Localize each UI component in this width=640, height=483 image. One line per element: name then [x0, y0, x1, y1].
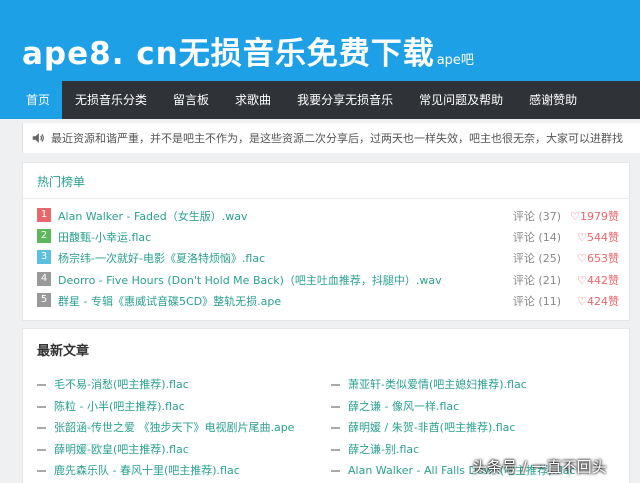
article-link[interactable]: 陈粒 - 小半(吧主推荐).flac [54, 400, 185, 413]
article-link[interactable]: 萧亚轩-类似爱情(吧主媳妇推荐).flac [348, 378, 527, 391]
like-count[interactable]: ♡442赞 [577, 272, 619, 288]
dash-icon [331, 449, 340, 451]
main-nav: 首页 无损音乐分类 留言板 求歌曲 我要分享无损音乐 常见问题及帮助 感谢赞助 [0, 81, 640, 119]
hot-list-title: 热门榜单 [37, 175, 86, 189]
list-item[interactable]: 陈粒 - 小半(吧主推荐).flac [37, 398, 185, 414]
nav-item-lossless-categories[interactable]: 无损音乐分类 [62, 81, 160, 119]
notice-text: 最近资源和谐严重，并不是吧主不作为，是这些资源二次分享后，过两天也一样失效，吧主… [51, 132, 623, 145]
hot-item-link[interactable]: Alan Walker - Faded（女生版）.wav [58, 208, 248, 224]
list-item[interactable]: 萧亚轩-类似爱情(吧主媳妇推荐).flac [331, 376, 527, 392]
dash-icon [331, 406, 340, 408]
hot-list-item: 3 杨宗纬-一次就好-电影《夏洛特烦恼》.flac 评论 (25) ♡653赞 [37, 249, 619, 267]
article-link[interactable]: 鹿先森乐队 - 春风十里(吧主推荐).flac [54, 464, 240, 477]
article-link[interactable]: 薛之谦-别.flac [348, 443, 419, 456]
list-item[interactable]: 鹿先森乐队 - 春风十里(吧主推荐).flac [37, 462, 240, 478]
hot-item-link[interactable]: 群星 - 专辑《惠威试音碟5CD》整轨无损.ape [58, 293, 281, 309]
hot-item-link[interactable]: 杨宗纬-一次就好-电影《夏洛特烦恼》.flac [58, 250, 265, 266]
dash-icon [331, 427, 340, 429]
list-item[interactable]: 薛明媛-欧皇(吧主推荐).flac [37, 441, 189, 457]
dash-icon [331, 470, 340, 472]
like-count[interactable]: ♡653赞 [577, 250, 619, 266]
logo-subtitle: ape吧 [436, 53, 474, 68]
rank-badge: 3 [37, 250, 51, 264]
rank-badge: 4 [37, 272, 51, 286]
like-count[interactable]: ♡544赞 [577, 229, 619, 245]
nav-item-faq[interactable]: 常见问题及帮助 [406, 81, 516, 119]
comment-count: 评论 (11) [512, 295, 561, 308]
dash-icon [37, 384, 46, 386]
list-item[interactable]: 毛不易-消愁(吧主推荐).flac [37, 376, 189, 392]
rank-badge: 1 [37, 208, 51, 222]
nav-item-guestbook[interactable]: 留言板 [160, 81, 222, 119]
watermark: 头条号 / 一直不回头 [472, 458, 607, 476]
comment-count: 评论 (14) [512, 231, 561, 244]
nav-item-request-songs[interactable]: 求歌曲 [222, 81, 284, 119]
nav-item-share-music[interactable]: 我要分享无损音乐 [284, 81, 406, 119]
like-count[interactable]: ♡424赞 [577, 293, 619, 309]
hot-list-card: 热门榜单 1 Alan Walker - Faded（女生版）.wav 评论 (… [22, 162, 630, 321]
logo-text: ape8. cn无损音乐免费下载 [22, 36, 435, 72]
hot-list-item: 2 田馥甄-小幸运.flac 评论 (14) ♡544赞 [37, 228, 619, 246]
dash-icon [37, 427, 46, 429]
article-link[interactable]: 毛不易-消愁(吧主推荐).flac [54, 378, 189, 391]
dash-icon [37, 449, 46, 451]
article-link[interactable]: 张韶涵-传世之爱 《独步天下》电视剧片尾曲.ape [54, 421, 294, 434]
article-link[interactable]: 薛明媛 / 朱贺-非酋(吧主推荐).flac [348, 421, 515, 434]
dash-icon [331, 384, 340, 386]
hot-list-item: 4 Deorro - Five Hours (Don't Hold Me Bac… [37, 271, 619, 289]
article-link[interactable]: 薛明媛-欧皇(吧主推荐).flac [54, 443, 189, 456]
hot-list-item: 5 群星 - 专辑《惠威试音碟5CD》整轨无损.ape 评论 (11) ♡424… [37, 292, 619, 310]
like-count[interactable]: ♡1979赞 [570, 208, 619, 224]
dash-icon [37, 406, 46, 408]
list-item[interactable]: 薛之谦 - 像风一样.flac [331, 398, 459, 414]
rank-badge: 5 [37, 293, 51, 307]
divider [23, 198, 629, 199]
hot-item-link[interactable]: 田馥甄-小幸运.flac [58, 229, 151, 245]
nav-item-sponsor[interactable]: 感谢赞助 [516, 81, 590, 119]
rank-badge: 2 [37, 229, 51, 243]
notice-bar: 最近资源和谐严重，并不是吧主不作为，是这些资源二次分享后，过两天也一样失效，吧主… [22, 123, 640, 153]
site-logo[interactable]: ape8. cn无损音乐免费下载 ape吧 [22, 28, 474, 73]
comment-count: 评论 (21) [512, 274, 561, 287]
site-header: ape8. cn无损音乐免费下载 ape吧 [0, 0, 640, 81]
list-item[interactable]: 薛明媛 / 朱贺-非酋(吧主推荐).flac [331, 419, 515, 435]
list-item[interactable]: 薛之谦-别.flac [331, 441, 419, 457]
nav-item-home[interactable]: 首页 [0, 81, 63, 119]
comment-count: 评论 (25) [512, 252, 561, 265]
dash-icon [37, 470, 46, 472]
latest-articles-title: 最新文章 [37, 344, 90, 359]
hot-list-item: 1 Alan Walker - Faded（女生版）.wav 评论 (37) ♡… [37, 207, 619, 225]
comment-count: 评论 (37) [512, 210, 561, 223]
hot-item-link[interactable]: Deorro - Five Hours (Don't Hold Me Back)… [58, 272, 442, 288]
list-item[interactable]: 张韶涵-传世之爱 《独步天下》电视剧片尾曲.ape [37, 419, 294, 435]
speaker-icon [32, 133, 44, 143]
article-link[interactable]: 薛之谦 - 像风一样.flac [348, 400, 459, 413]
